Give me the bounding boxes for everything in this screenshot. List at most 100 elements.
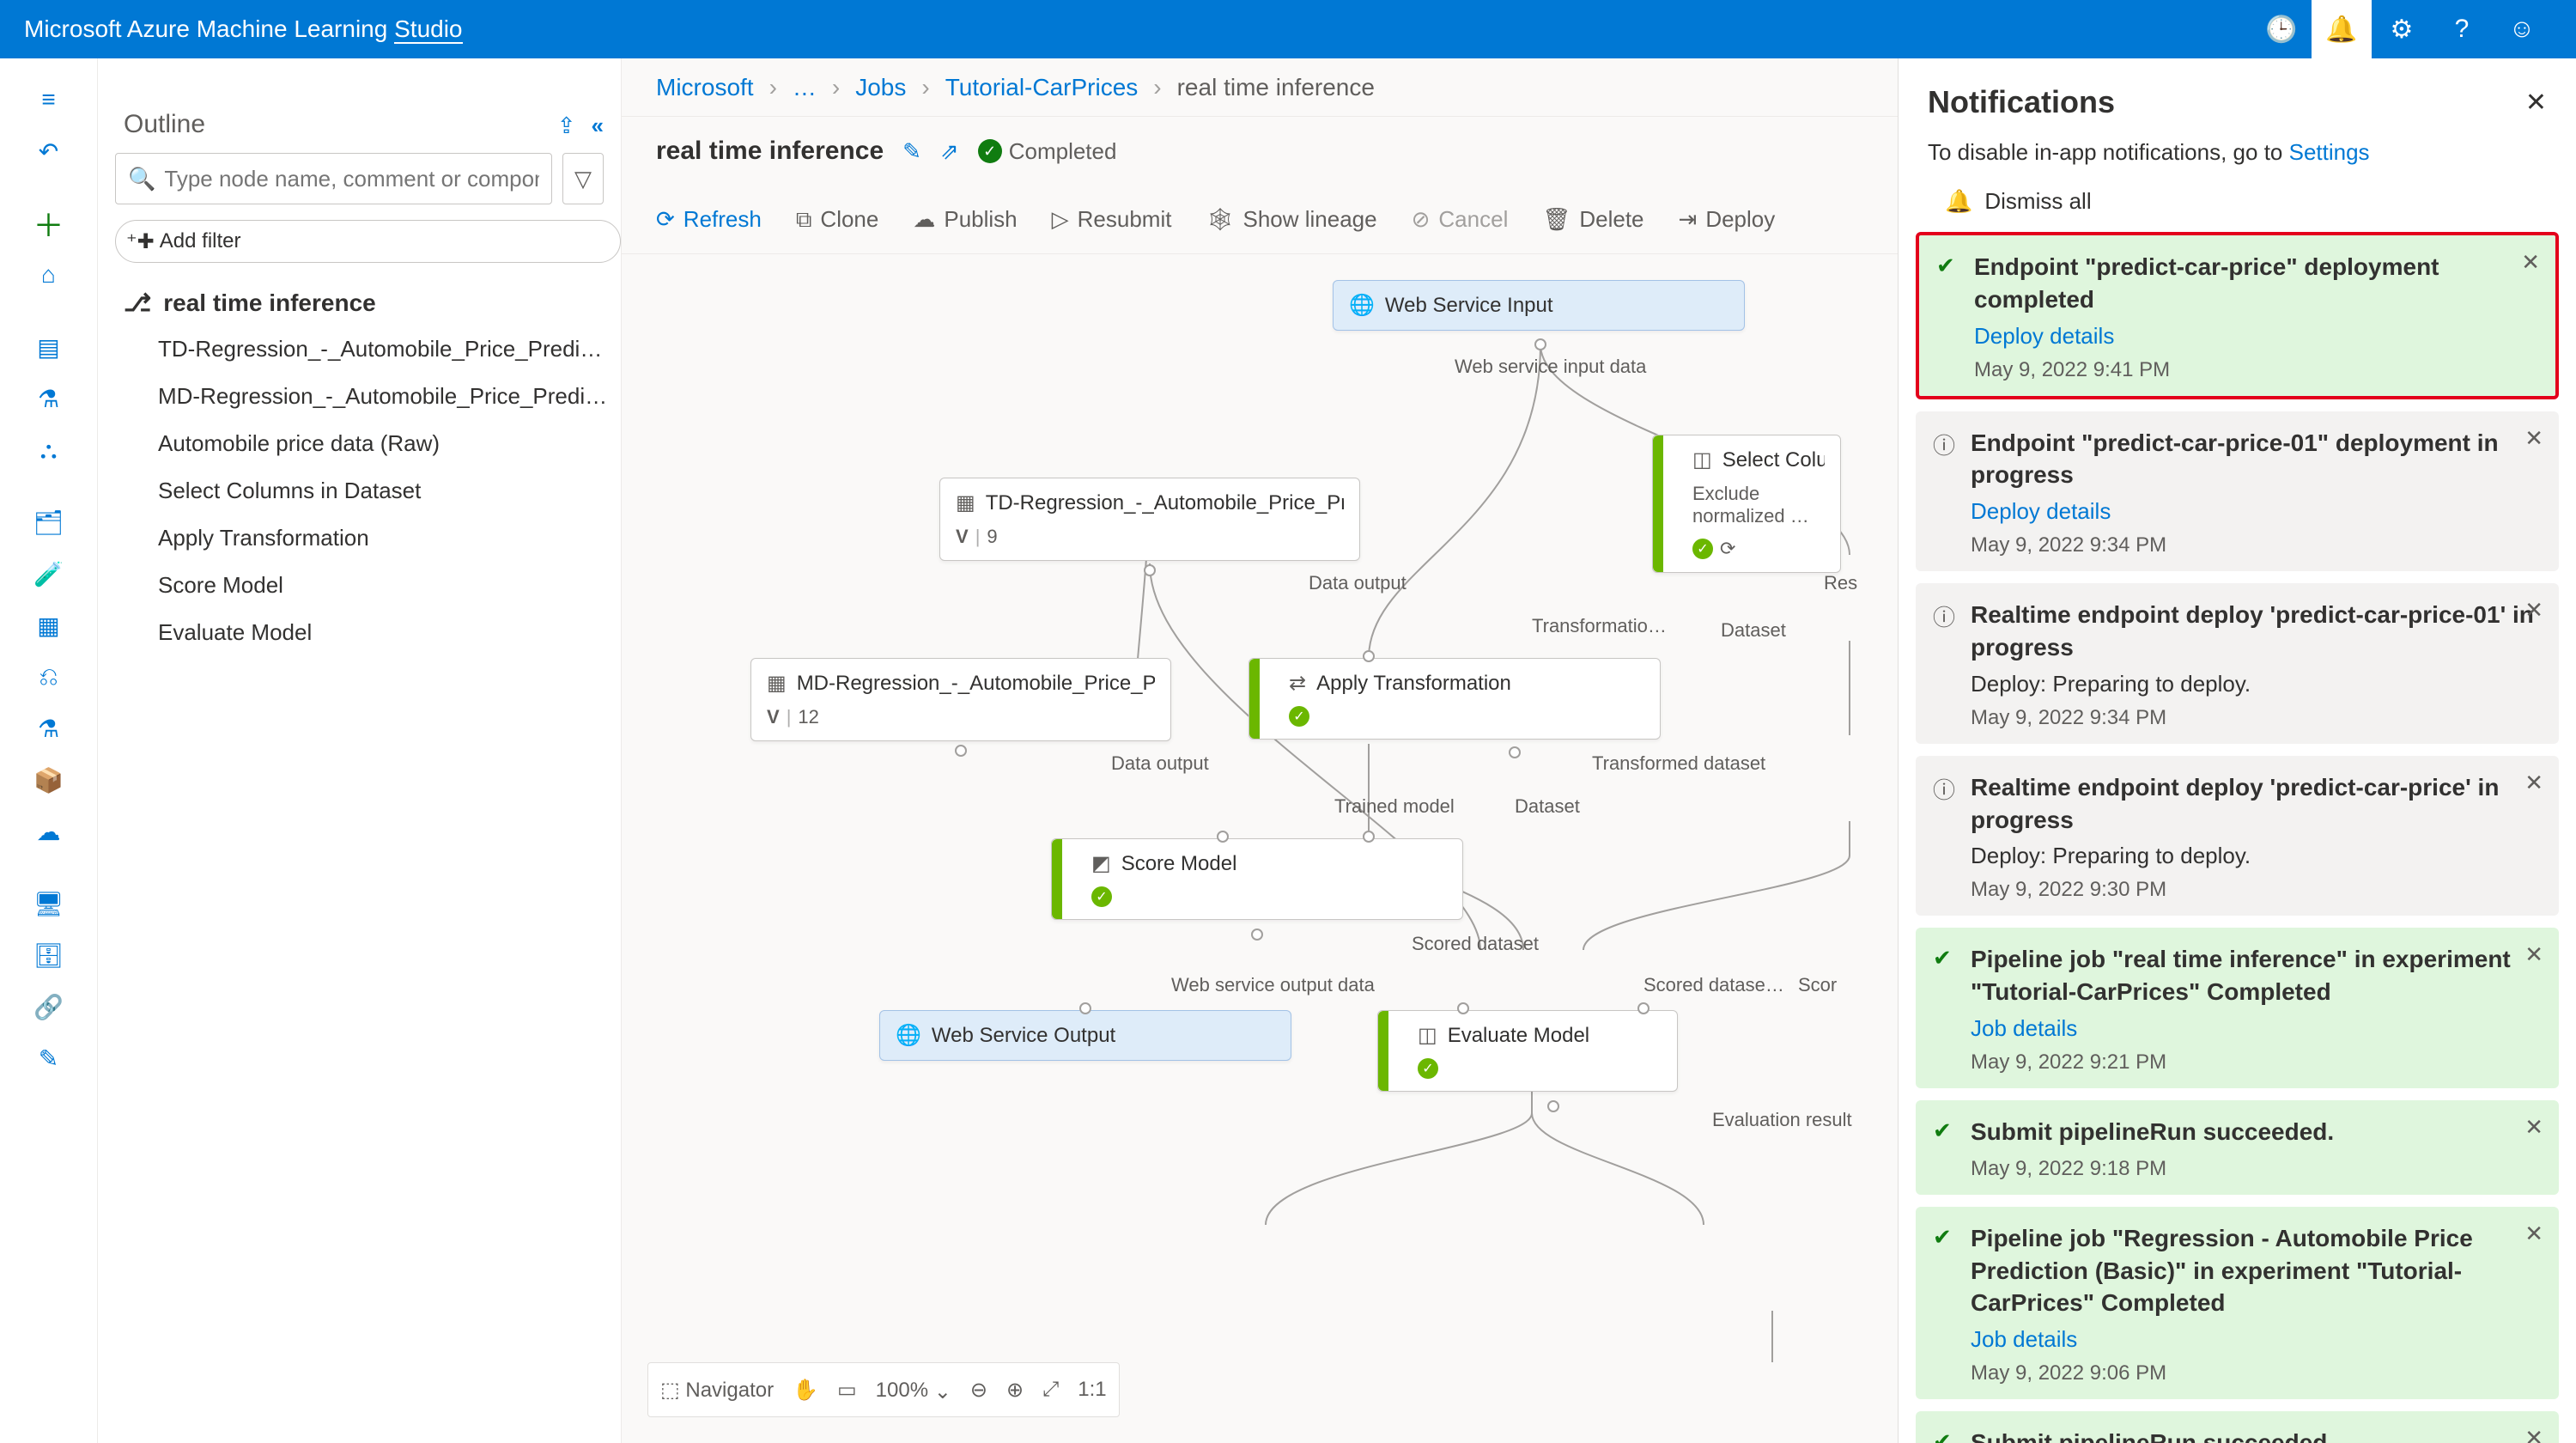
deploy-button[interactable]: ⇥Deploy: [1679, 206, 1776, 233]
node-evaluate-model[interactable]: ◫Evaluate Model ✓: [1377, 1010, 1678, 1092]
outline-item[interactable]: Select Columns in Dataset: [124, 467, 612, 514]
collapse-outline-icon[interactable]: «: [592, 113, 604, 139]
bc-1[interactable]: …: [793, 74, 817, 101]
dismiss-card-icon[interactable]: ✕: [2524, 1221, 2543, 1247]
zoom-in-icon[interactable]: ⊕: [1006, 1378, 1024, 1403]
models-icon[interactable]: 📦: [19, 756, 79, 804]
publish-button[interactable]: ☁Publish: [913, 206, 1017, 233]
fit-icon[interactable]: ⤢: [1042, 1378, 1059, 1402]
delete-button[interactable]: 🗑Delete: [1542, 206, 1643, 233]
dismiss-card-icon[interactable]: ✕: [2524, 425, 2543, 452]
dismiss-card-icon[interactable]: ✕: [2524, 1425, 2543, 1443]
zoom-level[interactable]: 100% ⌄: [876, 1378, 951, 1403]
undo-icon[interactable]: ↶: [19, 127, 79, 175]
linked-icon[interactable]: 🔗: [19, 983, 79, 1031]
outline-item[interactable]: Score Model: [124, 562, 612, 609]
port-label: Web service output data: [1171, 974, 1375, 996]
node-select-columns[interactable]: ◫Select Columns Exclude normalized … ✓⟳: [1652, 435, 1841, 573]
pipelines-icon[interactable]: ⎌: [19, 653, 79, 701]
node-md-regression[interactable]: ▦MD-Regression_-_Automobile_Price_Pred… …: [750, 658, 1171, 741]
app-title: Microsoft Azure Machine Learning Studio: [24, 15, 463, 43]
node-web-service-output[interactable]: 🌐Web Service Output: [879, 1010, 1291, 1061]
lineage-button[interactable]: 🕸Show lineage: [1206, 206, 1376, 233]
navigator-button[interactable]: ⬚ Navigator: [660, 1378, 774, 1403]
outline-item[interactable]: Evaluate Model: [124, 609, 612, 656]
data-icon: ▦: [956, 490, 975, 515]
notification-card: ✔✕Endpoint "predict-car-price" deploymen…: [1916, 232, 2559, 399]
help-icon[interactable]: ?: [2432, 0, 2492, 58]
bc-2[interactable]: Jobs: [855, 74, 906, 101]
breadcrumb: Microsoft› …› Jobs› Tutorial-CarPrices› …: [622, 58, 1898, 117]
node-apply-transformation[interactable]: ⇄Apply Transformation ✓: [1249, 658, 1661, 740]
edit-icon[interactable]: ✎: [902, 138, 921, 165]
selection-icon[interactable]: ▭: [837, 1378, 857, 1403]
dismiss-all-button[interactable]: 🔔Dismiss all: [1899, 178, 2576, 232]
clock-icon[interactable]: 🕒: [2251, 0, 2312, 58]
new-icon[interactable]: ＋: [19, 199, 79, 247]
gear-icon[interactable]: ⚙: [2372, 0, 2432, 58]
check-icon: ✔: [1933, 1117, 1952, 1144]
notebooks-icon[interactable]: ▤: [19, 323, 79, 371]
components-icon[interactable]: ▦: [19, 601, 79, 649]
card-link[interactable]: Deploy details: [1974, 323, 2537, 350]
designer-icon[interactable]: ⛬: [19, 426, 79, 474]
settings-link[interactable]: Settings: [2289, 139, 2370, 165]
clone-button[interactable]: ⧉Clone: [796, 206, 879, 234]
hand-icon[interactable]: ✋: [793, 1378, 818, 1403]
share-icon[interactable]: ⇪: [557, 113, 576, 139]
navigator-icon: ⬚: [660, 1379, 680, 1402]
data-icon[interactable]: 🗂: [19, 498, 79, 546]
bc-3[interactable]: Tutorial-CarPrices: [945, 74, 1139, 101]
labeling-icon[interactable]: ✎: [19, 1034, 79, 1082]
bc-0[interactable]: Microsoft: [656, 74, 754, 101]
node-td-regression[interactable]: ▦TD-Regression_-_Automobile_Price_Predi……: [939, 478, 1360, 561]
transform-icon: ⇄: [1289, 671, 1306, 696]
search-input[interactable]: [164, 166, 539, 192]
home-icon[interactable]: ⌂: [19, 251, 79, 299]
outline-item[interactable]: MD-Regression_-_Automobile_Price_Predic…: [124, 373, 612, 420]
card-time: May 9, 2022 9:34 PM: [1971, 533, 2540, 557]
check-icon: ✔: [1933, 1224, 1952, 1251]
pipeline-canvas[interactable]: 🌐Web Service Input Web service input dat…: [622, 254, 1898, 1443]
node-web-service-input[interactable]: 🌐Web Service Input: [1333, 280, 1745, 331]
open-icon[interactable]: ⇗: [940, 138, 959, 165]
automl-icon[interactable]: ⚗: [19, 374, 79, 423]
close-panel-icon[interactable]: ✕: [2525, 88, 2547, 118]
outline-item[interactable]: Automobile price data (Raw): [124, 420, 612, 467]
top-bar: Microsoft Azure Machine Learning Studio …: [0, 0, 2576, 58]
outline-item[interactable]: TD-Regression_-_Automobile_Price_Predict…: [124, 326, 612, 373]
dismiss-card-icon[interactable]: ✕: [2524, 1114, 2543, 1141]
columns-icon: ◫: [1692, 448, 1712, 472]
notification-card: ⓘ✕Endpoint "predict-car-price-01" deploy…: [1916, 411, 2559, 572]
node-score-model[interactable]: ◩Score Model ✓: [1051, 838, 1463, 920]
port-label: Dataset: [1721, 619, 1786, 642]
hamburger-icon[interactable]: ≡: [19, 76, 79, 124]
dismiss-card-icon[interactable]: ✕: [2521, 249, 2540, 276]
pipeline-title-bar: real time inference ✎ ⇗ ✓Completed: [622, 117, 1898, 186]
compute-icon[interactable]: 🖥: [19, 880, 79, 928]
resubmit-button[interactable]: ▷Resubmit: [1052, 206, 1172, 233]
endpoints-icon[interactable]: ☁: [19, 807, 79, 855]
outline-root[interactable]: ⎇ real time inference: [124, 280, 612, 326]
outline-search[interactable]: 🔍: [115, 153, 552, 204]
feedback-icon[interactable]: ☺: [2492, 0, 2552, 58]
dismiss-card-icon[interactable]: ✕: [2524, 597, 2543, 624]
filter-button[interactable]: ▽: [562, 153, 604, 204]
zoom-out-icon[interactable]: ⊖: [970, 1378, 987, 1403]
dismiss-card-icon[interactable]: ✕: [2524, 770, 2543, 796]
port-label: Dataset: [1515, 795, 1580, 818]
refresh-button[interactable]: ⟳Refresh: [656, 206, 762, 233]
actual-size-icon[interactable]: 1:1: [1078, 1378, 1106, 1402]
card-link[interactable]: Job details: [1971, 1015, 2540, 1042]
jobs-icon[interactable]: 🧪: [19, 550, 79, 598]
add-filter-button[interactable]: ⁺✚Add filter: [115, 220, 621, 263]
card-link[interactable]: Deploy details: [1971, 498, 2540, 525]
datastores-icon[interactable]: 🗄: [19, 931, 79, 979]
bell-icon[interactable]: 🔔: [2312, 0, 2372, 58]
check-icon: ✔: [1933, 1428, 1952, 1443]
dismiss-card-icon[interactable]: ✕: [2524, 941, 2543, 968]
experiments-icon[interactable]: ⚗: [19, 704, 79, 752]
cancel-button[interactable]: ⊘Cancel: [1412, 206, 1509, 233]
card-link[interactable]: Job details: [1971, 1326, 2540, 1353]
outline-item[interactable]: Apply Transformation: [124, 514, 612, 562]
